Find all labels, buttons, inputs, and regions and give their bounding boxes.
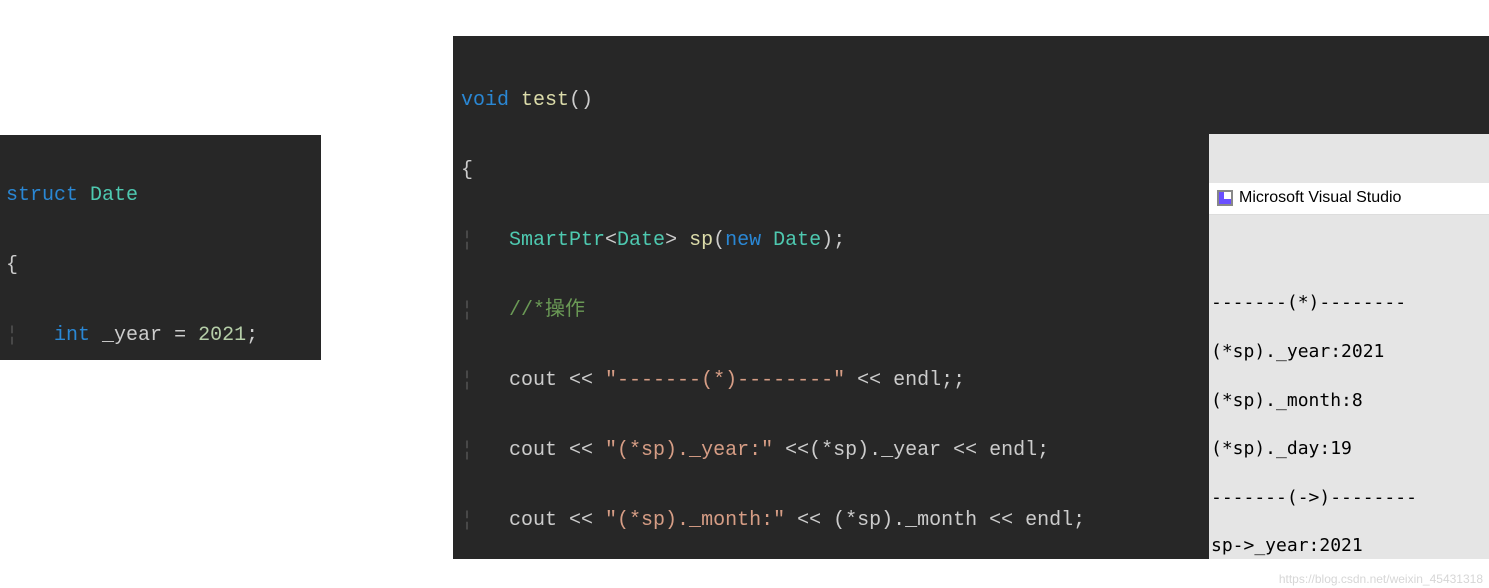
code-line: ¦ int _year = 2021; <box>6 318 315 353</box>
console-line: -------(->)-------- <box>1211 486 1487 510</box>
console-output: -------(*)-------- (*sp)._year:2021 (*sp… <box>1209 263 1489 559</box>
console-line: (*sp)._month:8 <box>1211 389 1487 413</box>
watermark-text: https://blog.csdn.net/weixin_45431318 <box>1279 572 1483 586</box>
vs-icon <box>1217 190 1233 206</box>
code-editor-struct[interactable]: struct Date { ¦ int _year = 2021; ¦ int … <box>0 135 321 360</box>
keyword-struct: struct <box>6 184 78 207</box>
code-line: void test() <box>461 83 1481 118</box>
console-title: Microsoft Visual Studio <box>1239 187 1401 209</box>
console-window[interactable]: Microsoft Visual Studio -------(*)------… <box>1209 134 1489 559</box>
code-line: struct Date <box>6 178 315 213</box>
console-titlebar[interactable]: Microsoft Visual Studio <box>1209 183 1489 215</box>
console-line: -------(*)-------- <box>1211 291 1487 315</box>
type-date: Date <box>90 184 138 207</box>
console-line: (*sp)._day:19 <box>1211 437 1487 461</box>
console-line: (*sp)._year:2021 <box>1211 340 1487 364</box>
console-line: sp->_year:2021 <box>1211 534 1487 558</box>
code-line: { <box>6 248 315 283</box>
